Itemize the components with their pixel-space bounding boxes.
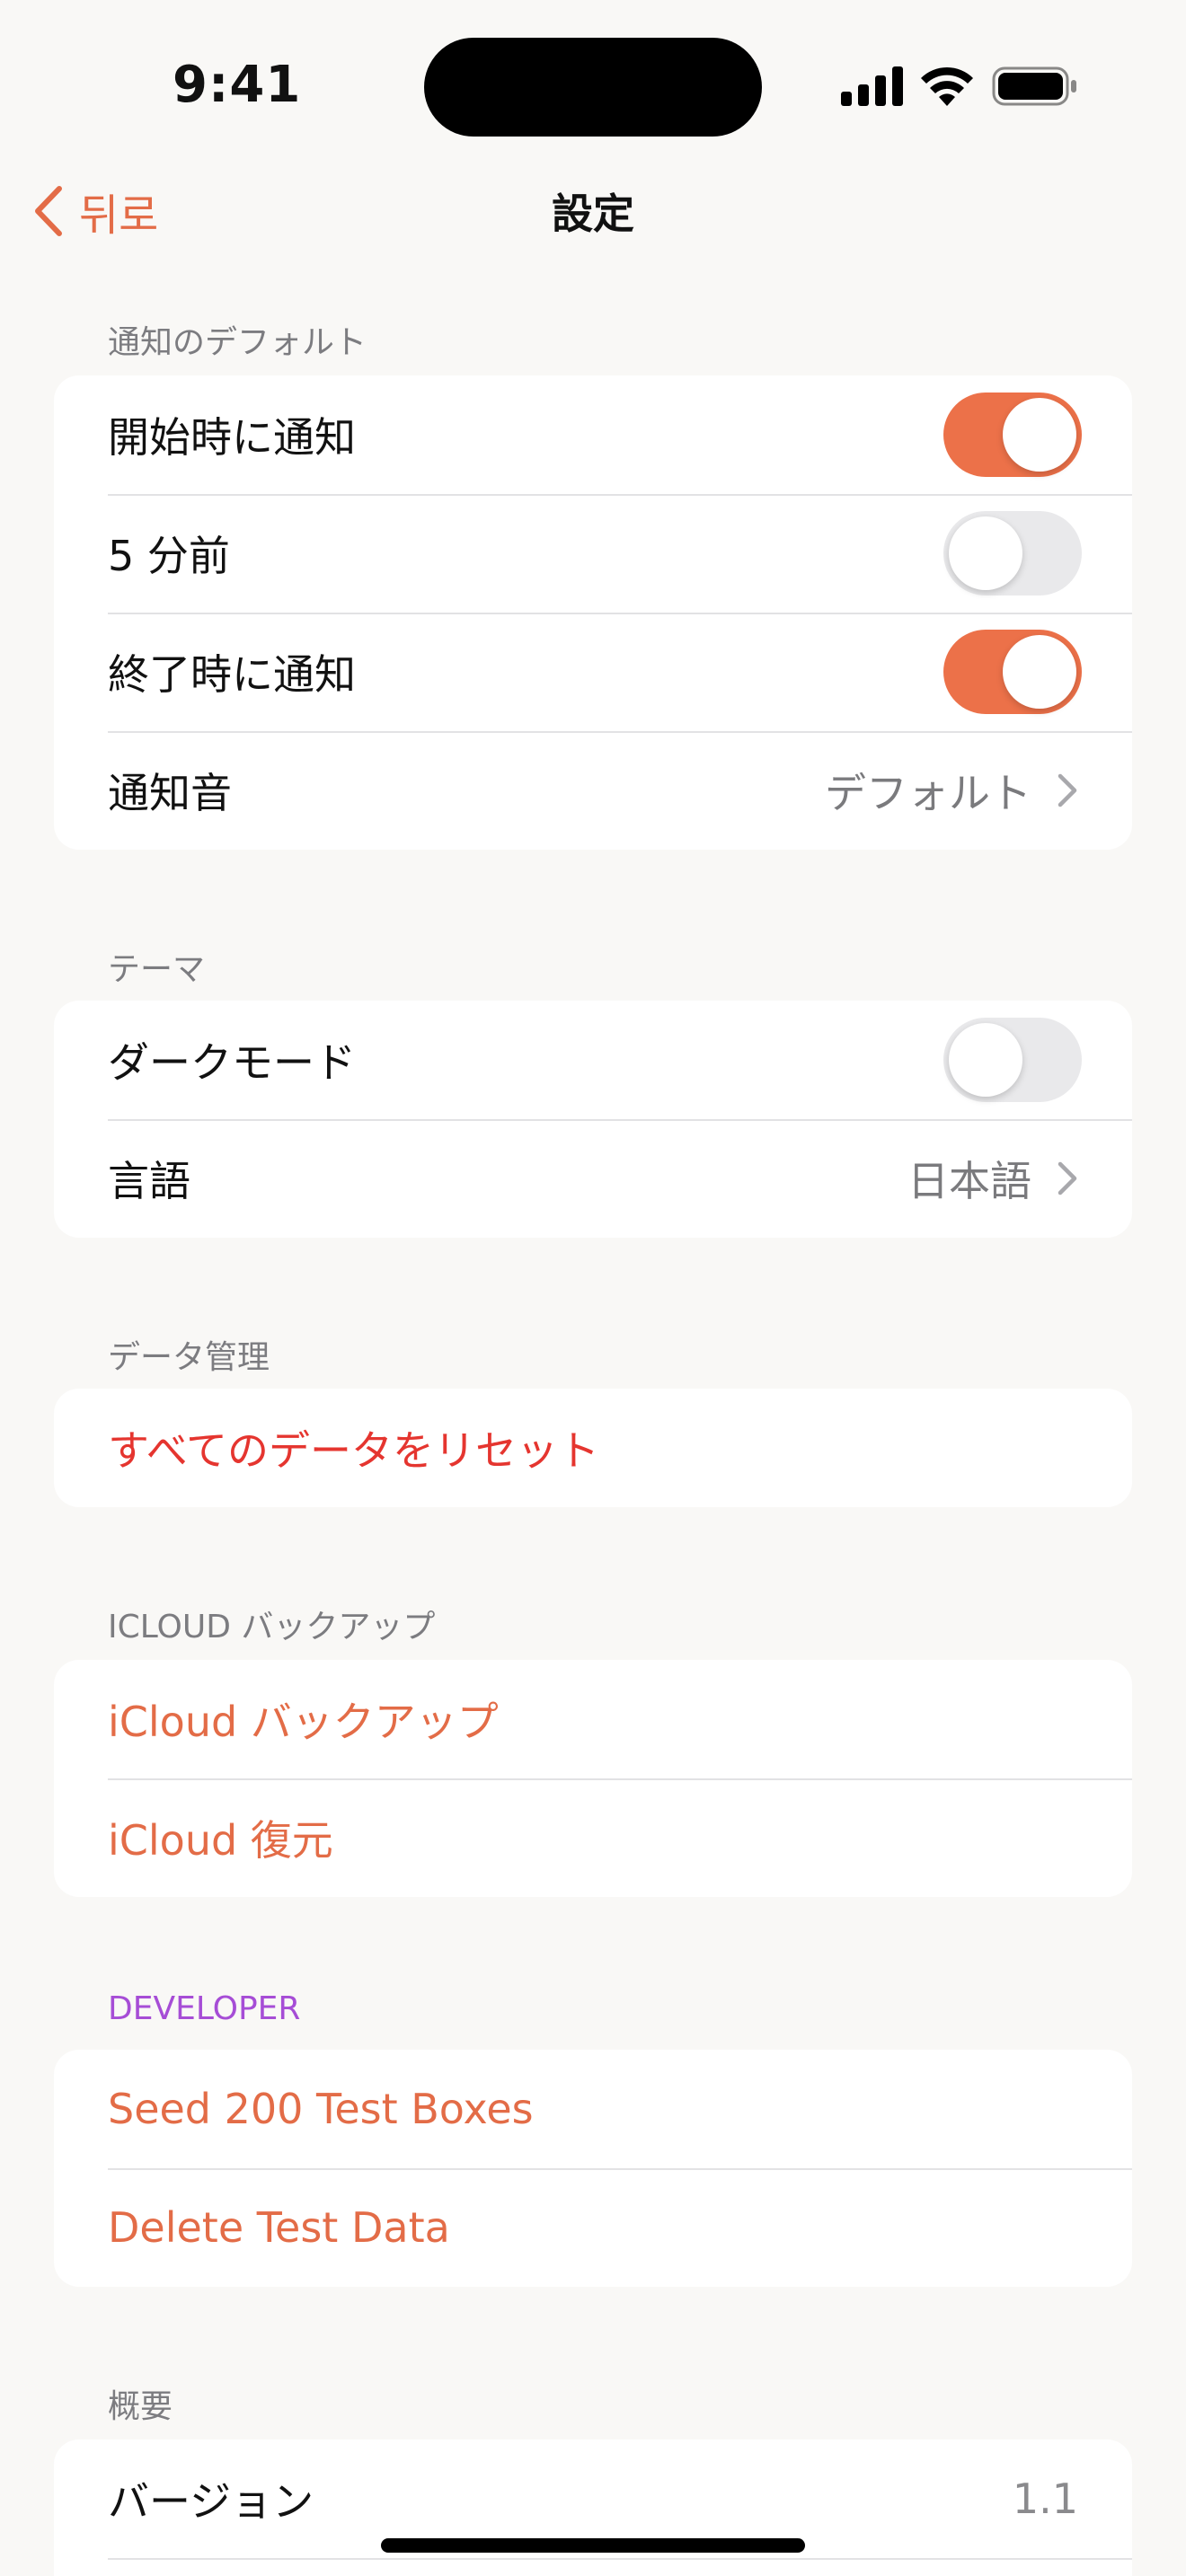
status-time: 9:41 [173,56,302,114]
icloud-backup-label: iCloud バックアップ [108,1698,499,1746]
row-notify-sound[interactable]: 通知音 デフォルト [54,731,1132,850]
seed-test-boxes-label: Seed 200 Test Boxes [108,2085,534,2133]
icloud-restore-button[interactable]: iCloud 復元 [54,1778,1132,1897]
about-group: バージョン 1.1 [54,2439,1132,2576]
page-title: 設定 [552,190,634,238]
notifications-group: 開始時に通知 5 分前 終了時に通知 通知音 デフォルト [54,375,1132,850]
section-header-icloud: ICLOUD バックアップ [108,1609,436,1645]
developer-group: Seed 200 Test Boxes Delete Test Data [54,2050,1132,2287]
five-min-label: 5 分前 [108,532,230,580]
section-header-theme: テーマ [108,951,206,988]
notify-sound-value: デフォルト [825,769,1031,817]
theme-group: ダークモード 言語 日本語 [54,1001,1132,1238]
version-label: バージョン [108,2477,314,2526]
notify-start-toggle[interactable] [943,393,1082,477]
wifi-icon [921,66,973,106]
section-header-data: データ管理 [108,1339,270,1376]
section-header-notifications: 通知のデフォルト [108,324,367,361]
data-group: すべてのデータをリセット [54,1389,1132,1507]
toggle-knob [949,1023,1022,1097]
cellular-signal-icon [841,66,903,106]
reset-data-button[interactable]: すべてのデータをリセット [54,1389,1132,1507]
five-min-toggle[interactable] [943,511,1082,595]
toggle-knob [1003,398,1076,472]
notify-end-toggle[interactable] [943,630,1082,714]
section-header-developer: DEVELOPER [108,1990,301,2027]
seed-test-boxes-button[interactable]: Seed 200 Test Boxes [54,2050,1132,2168]
notify-start-label: 開始時に通知 [108,413,356,462]
language-label: 言語 [108,1157,190,1205]
toggle-knob [1003,635,1076,709]
row-five-min: 5 分前 [54,494,1132,613]
row-language[interactable]: 言語 日本語 [54,1119,1132,1238]
notify-end-label: 終了時に通知 [108,650,356,699]
row-notify-start: 開始時に通知 [54,375,1132,494]
section-header-about: 概要 [108,2388,173,2425]
dark-mode-label: ダークモード [108,1038,356,1087]
reset-data-label: すべてのデータをリセット [108,1426,599,1475]
delete-test-data-label: Delete Test Data [108,2203,450,2252]
icloud-group: iCloud バックアップ iCloud 復元 [54,1660,1132,1897]
dark-mode-toggle[interactable] [943,1018,1082,1102]
navigation-bar: 뒤로 設定 [0,171,1186,251]
icloud-restore-label: iCloud 復元 [108,1816,333,1865]
toggle-knob [949,516,1022,590]
dynamic-island [424,38,762,137]
version-value: 1.1 [1012,2475,1078,2523]
row-notify-end: 終了時に通知 [54,613,1132,731]
home-indicator [381,2538,805,2553]
notify-sound-label: 通知音 [108,769,232,817]
icloud-backup-button[interactable]: iCloud バックアップ [54,1660,1132,1778]
row-dark-mode: ダークモード [54,1001,1132,1119]
delete-test-data-button[interactable]: Delete Test Data [54,2168,1132,2287]
chevron-right-icon [1058,773,1077,807]
chevron-right-icon [1058,1161,1077,1195]
divider [108,2558,1132,2560]
status-bar: 9:41 [0,0,1186,171]
language-value: 日本語 [907,1157,1031,1205]
battery-icon [992,66,1076,106]
